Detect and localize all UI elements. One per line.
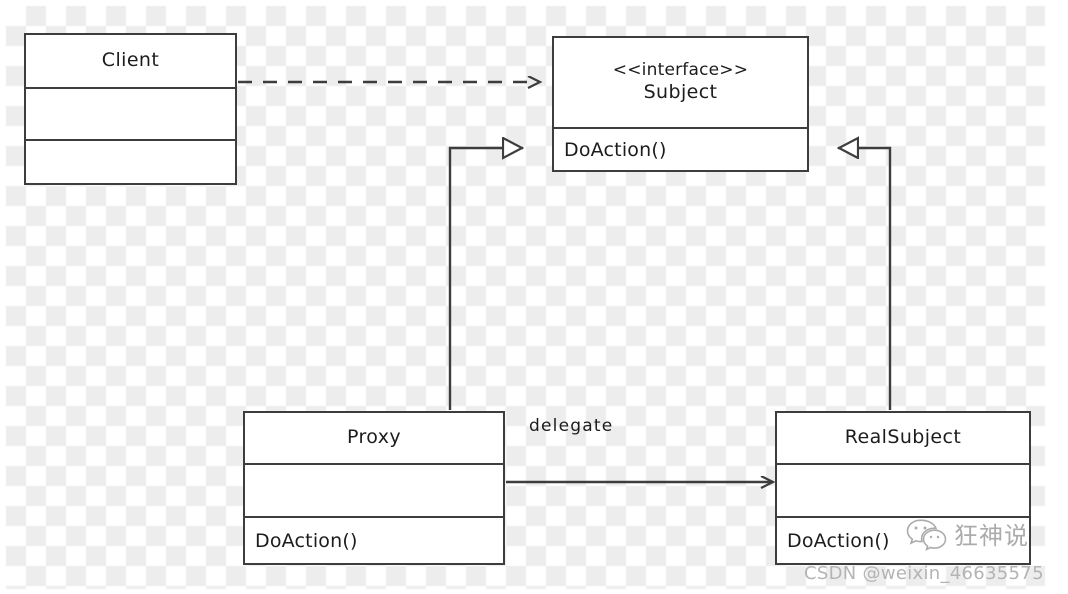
class-proxy-attributes-compartment [245, 463, 503, 516]
diagram-canvas: Subject : dependency (dashed, open arrow… [0, 0, 1068, 594]
class-client-attributes-compartment [26, 87, 235, 139]
class-client-name-compartment: Client [26, 35, 235, 87]
class-proxy-operation-doaction: DoAction() [255, 529, 358, 552]
class-proxy-operations-compartment: DoAction() [245, 516, 503, 563]
watermark: 狂神说 [905, 516, 1029, 551]
edge-realsubject-to-subject [838, 148, 892, 410]
class-realsubject-name-compartment: RealSubject [777, 413, 1029, 463]
class-subject-operation-doaction: DoAction() [564, 138, 667, 161]
class-subject-name: Subject [643, 81, 718, 104]
uml-class-client[interactable]: Client [24, 33, 237, 185]
class-proxy-name: Proxy [346, 426, 402, 449]
credit-text: CSDN @weixin_46635575 [804, 563, 1044, 584]
class-subject-stereotype: <<interface>> [612, 60, 749, 80]
class-realsubject-operation-doaction: DoAction() [787, 529, 890, 552]
edge-proxy-to-subject [448, 148, 523, 410]
class-proxy-name-compartment: Proxy [245, 413, 503, 463]
uml-class-subject[interactable]: <<interface>> Subject DoAction() [552, 36, 809, 172]
class-realsubject-attributes-compartment [777, 463, 1029, 516]
watermark-text: 狂神说 [954, 522, 1029, 550]
class-subject-operations-compartment: DoAction() [554, 127, 807, 170]
class-client-name: Client [101, 49, 160, 72]
class-client-operations-compartment [26, 139, 235, 183]
uml-class-proxy[interactable]: Proxy DoAction() [243, 411, 505, 565]
edge-label-delegate: delegate [529, 416, 614, 436]
class-subject-name-compartment: <<interface>> Subject [554, 38, 807, 127]
wechat-icon [906, 518, 947, 551]
class-realsubject-name: RealSubject [844, 426, 962, 449]
